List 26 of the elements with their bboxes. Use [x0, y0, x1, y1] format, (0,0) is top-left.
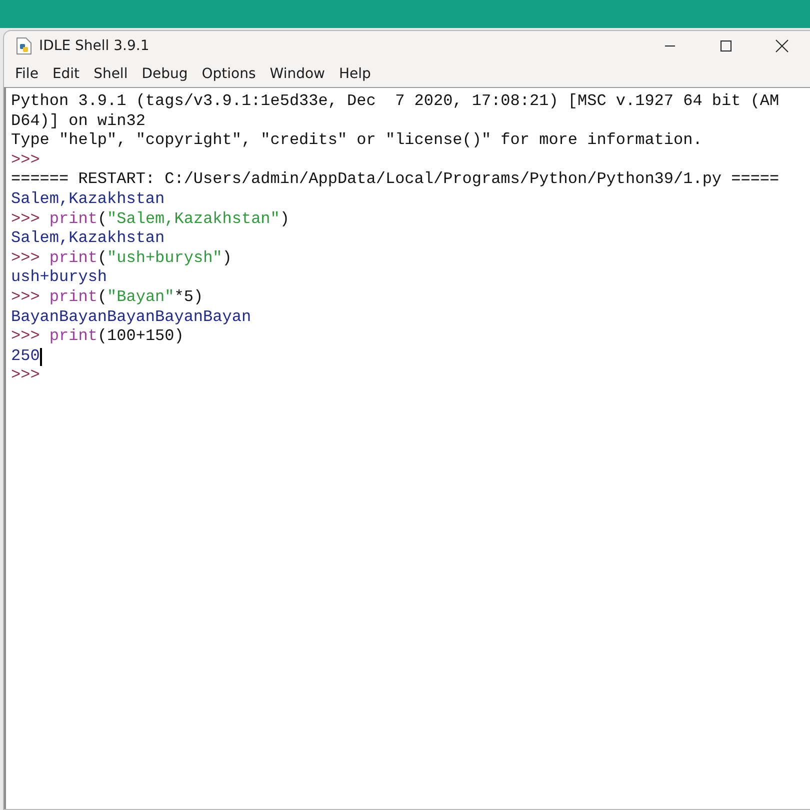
menu-item[interactable]: Window	[262, 64, 332, 84]
close-icon	[775, 39, 789, 53]
console-line: Salem,Kazakhstan	[11, 190, 165, 210]
console-line: ====== RESTART: C:/Users/admin/AppData/Local/Programs/Python/Python39/1.py =====	[11, 170, 780, 190]
console-line: Salem,Kazakhstan	[11, 229, 165, 249]
console-line: >>> print("Bayan"*5)	[11, 288, 204, 308]
console-line: >>>	[11, 366, 40, 386]
console-line: ush+burysh	[11, 268, 108, 288]
console-line: 250	[11, 346, 40, 366]
console-line: BayanBayanBayanBayanBayan	[11, 308, 252, 328]
menu-item[interactable]: File	[8, 64, 46, 84]
python-file-icon	[16, 37, 32, 55]
console-line: >>> print(100+150)	[11, 327, 184, 347]
console-line: D64)] on win32	[11, 112, 146, 132]
maximize-icon	[720, 40, 732, 52]
console-line: >>>	[11, 150, 40, 170]
console-line: Python 3.9.1 (tags/v3.9.1:1e5d33e, Dec 7 2020, 17:08:21) [MSC v.1927 64 bit (AM	[11, 92, 780, 112]
menu-item[interactable]: Debug	[134, 64, 195, 84]
console-line: Type "help", "copyright", "credits" or "license()" for more information.	[11, 131, 702, 151]
console-line: >>> print("Salem,Kazakhstan")	[11, 210, 290, 230]
menu-item[interactable]: Options	[194, 64, 263, 84]
menu-item[interactable]: Edit	[45, 64, 87, 84]
console-line: >>> print("ush+burysh")	[11, 248, 232, 268]
menu-item[interactable]: Help	[332, 64, 378, 84]
menu-item[interactable]: Shell	[86, 64, 135, 84]
window-title: IDLE Shell 3.9.1	[39, 38, 150, 54]
